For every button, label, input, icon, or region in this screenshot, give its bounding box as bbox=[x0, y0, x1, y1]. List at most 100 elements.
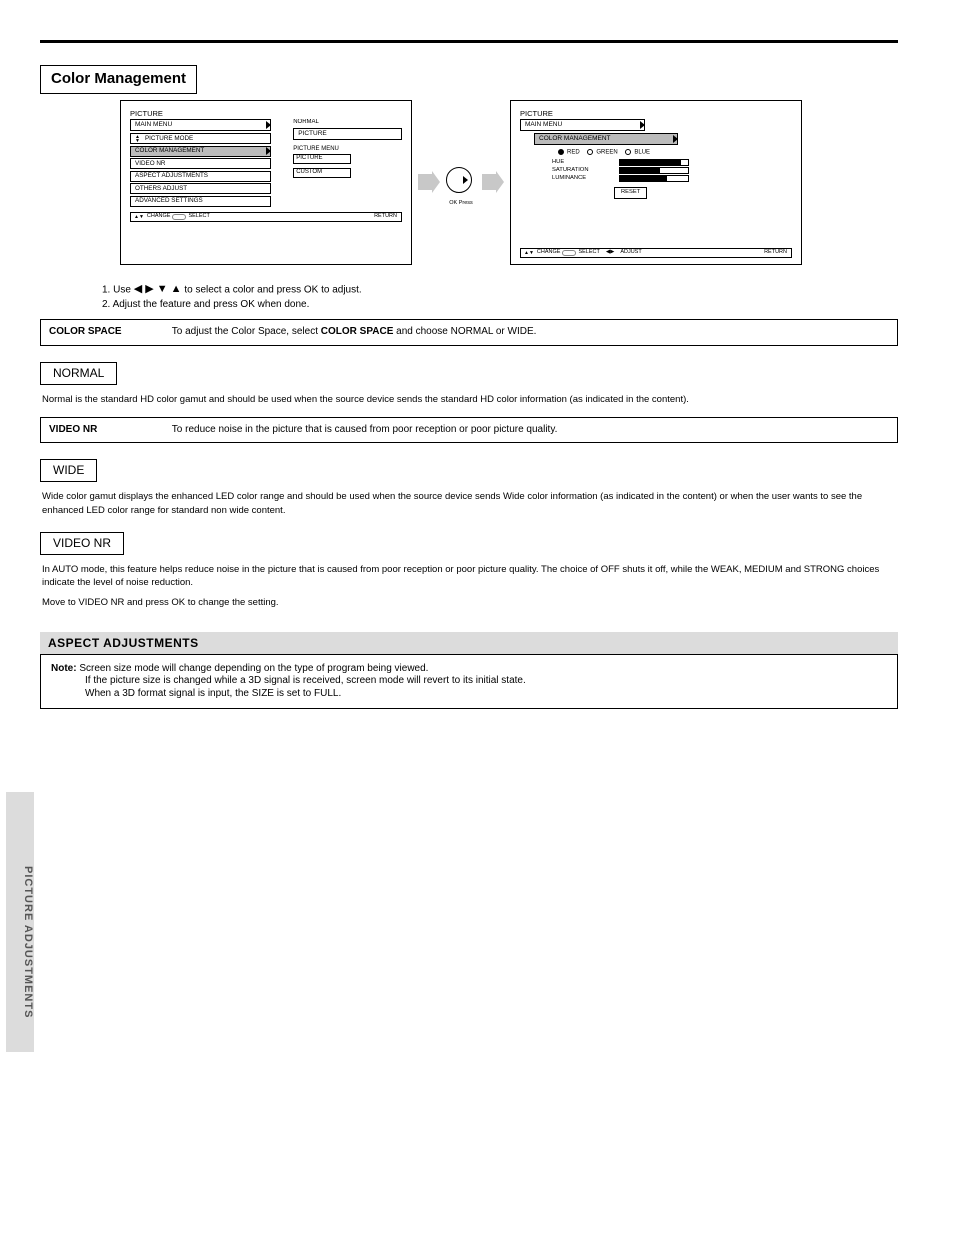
main-menu-header: MAIN MENU bbox=[130, 119, 271, 131]
menu-item-label: ASPECT ADJUSTMENTS bbox=[135, 172, 208, 180]
radio-green[interactable] bbox=[587, 149, 593, 155]
main-menu-list: MAIN MENU ▲▼PICTURE MODE COLOR MANAGEMEN… bbox=[130, 119, 271, 207]
step-1: 1. Use ◀ ▶ ▼ ▲ to select a color and pre… bbox=[40, 283, 898, 297]
reset-button[interactable]: RESET bbox=[614, 187, 647, 198]
menu-item-video-nr[interactable]: VIDEO NR bbox=[130, 158, 271, 169]
sub-heading-wide: WIDE bbox=[40, 459, 97, 482]
feature-name: COLOR SPACE bbox=[49, 326, 169, 339]
screen-title: PICTURE bbox=[130, 109, 402, 118]
nav-return-label: RETURN bbox=[764, 249, 791, 256]
menu-item-label: PICTURE MODE bbox=[145, 135, 193, 143]
nav-change-label: CHANGE bbox=[537, 249, 561, 256]
text: To adjust the Color Space, select bbox=[172, 326, 321, 337]
menu-item-picture-mode[interactable]: ▲▼PICTURE MODE bbox=[130, 133, 271, 144]
level-label: HUE bbox=[552, 159, 589, 167]
side-tab: PICTURE ADJUSTMENTS bbox=[6, 792, 34, 1052]
leftright-icon: ◀▶ bbox=[600, 249, 620, 256]
nav-select-label: SELECT bbox=[578, 249, 599, 256]
note-label: Note: bbox=[51, 663, 79, 674]
main-menu-header: MAIN MENU bbox=[520, 119, 645, 131]
screen-title: PICTURE bbox=[520, 109, 792, 118]
note-line: If the picture size is changed while a 3… bbox=[51, 675, 887, 688]
text: and choose NORMAL or WIDE. bbox=[393, 326, 536, 337]
radio-red[interactable] bbox=[558, 149, 564, 155]
menu-screen-picture: PICTURE MAIN MENU ▲▼PICTURE MODE COLOR M… bbox=[120, 100, 412, 265]
updown-icon: ▲▼ bbox=[131, 214, 147, 220]
triangle-right-icon bbox=[640, 121, 645, 129]
color-radio-row: RED GREEN BLUE bbox=[552, 149, 792, 157]
header-rule bbox=[40, 40, 898, 43]
triangle-right-icon bbox=[463, 176, 468, 184]
nav-arrows-icon: ◀ ▶ ▼ ▲ bbox=[134, 283, 182, 295]
radio-label: BLUE bbox=[634, 150, 650, 156]
nav-select-label: SELECT bbox=[188, 213, 209, 220]
level-bars bbox=[619, 159, 689, 183]
para-video-nr-b: Move to VIDEO NR and press OK to change … bbox=[40, 596, 898, 610]
triangle-right-icon bbox=[673, 135, 678, 143]
right-panel-header: PICTURE bbox=[293, 128, 402, 140]
right-label: NORMAL bbox=[293, 119, 402, 127]
ok-dial-label: OK Press bbox=[449, 200, 473, 207]
para-video-nr-a: In AUTO mode, this feature helps reduce … bbox=[40, 563, 898, 591]
section-bar-aspect-adjustments: ASPECT ADJUSTMENTS bbox=[40, 632, 898, 655]
feature-box-video-nr: VIDEO NR To reduce noise in the picture … bbox=[40, 417, 898, 444]
step-text: to select a color and press OK to adjust… bbox=[184, 284, 361, 295]
radio-blue[interactable] bbox=[625, 149, 631, 155]
feature-desc: To adjust the Color Space, select COLOR … bbox=[172, 326, 882, 339]
menu-screen-color-management: PICTURE MAIN MENU COLOR MANAGEMENT RED G… bbox=[510, 100, 802, 265]
nav-bar: ▲▼ CHANGE SELECT RETURN bbox=[130, 207, 402, 222]
menu-item-label: ADVANCED SETTINGS bbox=[135, 197, 203, 205]
slider-hue[interactable] bbox=[619, 159, 689, 166]
level-labels: HUE SATURATION LUMINANCE bbox=[552, 159, 589, 183]
screen-right-column: NORMAL PICTURE PICTURE MENU PICTURE CUST… bbox=[293, 119, 402, 178]
nav-adjust-label: ADJUST bbox=[620, 249, 641, 256]
ok-dial[interactable]: OK Press bbox=[446, 167, 476, 197]
step-text: 2. bbox=[102, 299, 113, 310]
menu-item-label: VIDEO NR bbox=[135, 160, 165, 168]
right-label: PICTURE MENU bbox=[293, 146, 402, 154]
step-text: Adjust the feature and press OK when don… bbox=[113, 299, 310, 310]
feature-name: VIDEO NR bbox=[49, 424, 169, 437]
level-label: LUMINANCE bbox=[552, 175, 589, 183]
triangle-right-icon bbox=[266, 121, 271, 129]
menu-item-aspect-adjustments[interactable]: ASPECT ADJUSTMENTS bbox=[130, 171, 271, 182]
main-menu-header-label: MAIN MENU bbox=[135, 121, 172, 128]
text-strong: COLOR SPACE bbox=[321, 326, 394, 337]
nav-return-label: RETURN bbox=[374, 213, 401, 220]
value-box: PICTURE bbox=[293, 154, 351, 164]
sub-panel-header: COLOR MANAGEMENT bbox=[534, 133, 678, 145]
step-text: 1. Use bbox=[102, 284, 134, 295]
triangle-right-icon bbox=[266, 147, 271, 155]
note-box: Note: Screen size mode will change depen… bbox=[40, 654, 898, 710]
ok-pill-icon bbox=[562, 250, 576, 256]
arrow-right-icon bbox=[482, 171, 504, 193]
para-normal: Normal is the standard HD color gamut an… bbox=[40, 393, 898, 407]
step-2: 2. Adjust the feature and press OK when … bbox=[40, 299, 898, 312]
arrow-right-icon bbox=[418, 171, 440, 193]
slider-luminance[interactable] bbox=[619, 175, 689, 182]
sub-heading-video-nr: VIDEO NR bbox=[40, 532, 124, 555]
value-box: CUSTOM bbox=[293, 168, 351, 178]
ok-pill-icon bbox=[172, 214, 186, 220]
para-wide: Wide color gamut displays the enhanced L… bbox=[40, 490, 898, 518]
note-line: When a 3D format signal is input, the SI… bbox=[51, 688, 887, 701]
menu-item-advanced-settings[interactable]: ADVANCED SETTINGS bbox=[130, 196, 271, 207]
menu-item-label: COLOR MANAGEMENT bbox=[135, 147, 204, 155]
radio-label: GREEN bbox=[596, 150, 617, 156]
radio-label: RED bbox=[567, 150, 580, 156]
sub-panel-header-label: COLOR MANAGEMENT bbox=[539, 135, 611, 142]
nav-change-label: CHANGE bbox=[147, 213, 171, 220]
slider-saturation[interactable] bbox=[619, 167, 689, 174]
menu-item-others-adjust[interactable]: OTHERS ADJUST bbox=[130, 183, 271, 194]
menu-item-label: OTHERS ADJUST bbox=[135, 185, 187, 193]
sub-heading-normal: NORMAL bbox=[40, 362, 117, 385]
level-label: SATURATION bbox=[552, 167, 589, 175]
updown-icon: ▲▼ bbox=[521, 250, 537, 256]
main-menu-header-label: MAIN MENU bbox=[525, 121, 562, 128]
screens-row: PICTURE MAIN MENU ▲▼PICTURE MODE COLOR M… bbox=[120, 100, 898, 265]
note-line: Screen size mode will change depending o… bbox=[79, 663, 428, 674]
section-heading-color-management: Color Management bbox=[40, 65, 197, 94]
feature-box-color-space: COLOR SPACE To adjust the Color Space, s… bbox=[40, 319, 898, 346]
menu-item-color-management[interactable]: COLOR MANAGEMENT bbox=[130, 146, 271, 157]
feature-desc: To reduce noise in the picture that is c… bbox=[172, 424, 882, 437]
